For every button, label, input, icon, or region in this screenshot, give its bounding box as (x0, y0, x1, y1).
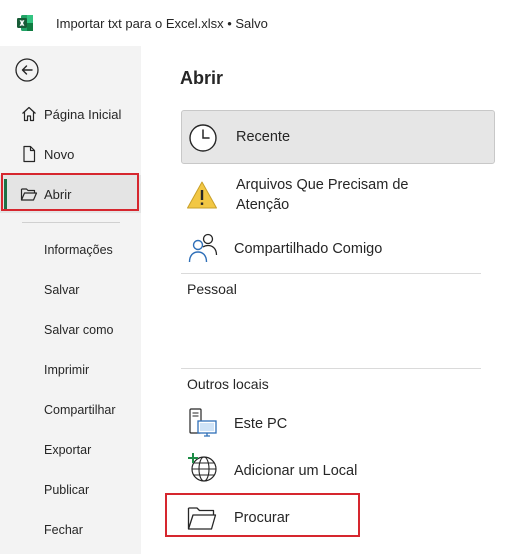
location-browse-label: Procurar (234, 510, 290, 526)
location-needs-attention-label-line1: Arquivos Que Precisam de (236, 177, 409, 193)
section-divider-other (181, 368, 481, 369)
people-icon (188, 233, 218, 263)
excel-logo-icon (17, 15, 33, 31)
location-shared-with-me[interactable]: Compartilhado Comigo (181, 230, 495, 268)
open-folder-icon (20, 188, 38, 201)
nav-home-label: Página Inicial (44, 106, 122, 122)
location-needs-attention-label-line2: Atenção (236, 197, 290, 213)
sidebar-divider (22, 222, 120, 223)
nav-new[interactable]: Novo (0, 135, 141, 173)
add-location-globe-icon (188, 453, 217, 482)
nav-close[interactable]: Fechar (44, 523, 83, 537)
nav-share[interactable]: Compartilhar (44, 403, 116, 417)
nav-new-label: Novo (44, 146, 75, 162)
location-this-pc[interactable]: Este PC (181, 404, 495, 444)
location-add-place[interactable]: Adicionar um Local (181, 451, 495, 489)
location-recent-label: Recente (236, 129, 291, 145)
section-heading-personal: Pessoal (187, 281, 237, 297)
nav-home[interactable]: Página Inicial (0, 95, 141, 133)
location-shared-with-me-label: Compartilhado Comigo (234, 241, 383, 257)
window-title: Importar txt para o Excel.xlsx • Salvo (56, 16, 268, 31)
nav-open[interactable]: Abrir (0, 175, 141, 213)
home-icon (22, 106, 36, 122)
location-browse[interactable]: Procurar (181, 498, 495, 538)
browse-folder-icon (187, 507, 217, 530)
location-add-place-label: Adicionar um Local (234, 463, 358, 479)
page-title: Abrir (180, 68, 224, 88)
nav-save[interactable]: Salvar (44, 283, 79, 297)
nav-info[interactable]: Informações (44, 243, 113, 257)
new-document-icon (23, 145, 36, 163)
nav-save-as[interactable]: Salvar como (44, 323, 113, 337)
location-recent[interactable]: Recente (181, 110, 495, 164)
nav-publish[interactable]: Publicar (44, 483, 89, 497)
backstage-sidebar: Página Inicial Novo Abrir Informações Sa… (0, 46, 141, 554)
open-panel: Abrir Recente Arquivos Que Precisam de A… (141, 46, 508, 554)
computer-icon (189, 408, 217, 437)
clock-icon (189, 124, 217, 152)
section-heading-other: Outros locais (187, 376, 269, 392)
nav-open-label: Abrir (44, 186, 72, 202)
warning-icon (187, 181, 217, 209)
location-this-pc-label: Este PC (234, 416, 288, 432)
title-bar: Importar txt para o Excel.xlsx • Salvo (0, 0, 508, 46)
nav-print[interactable]: Imprimir (44, 363, 89, 377)
location-needs-attention[interactable]: Arquivos Que Precisam de Atenção (181, 172, 495, 222)
section-divider-personal (181, 273, 481, 274)
back-arrow-icon[interactable] (14, 57, 40, 83)
nav-export[interactable]: Exportar (44, 443, 91, 457)
